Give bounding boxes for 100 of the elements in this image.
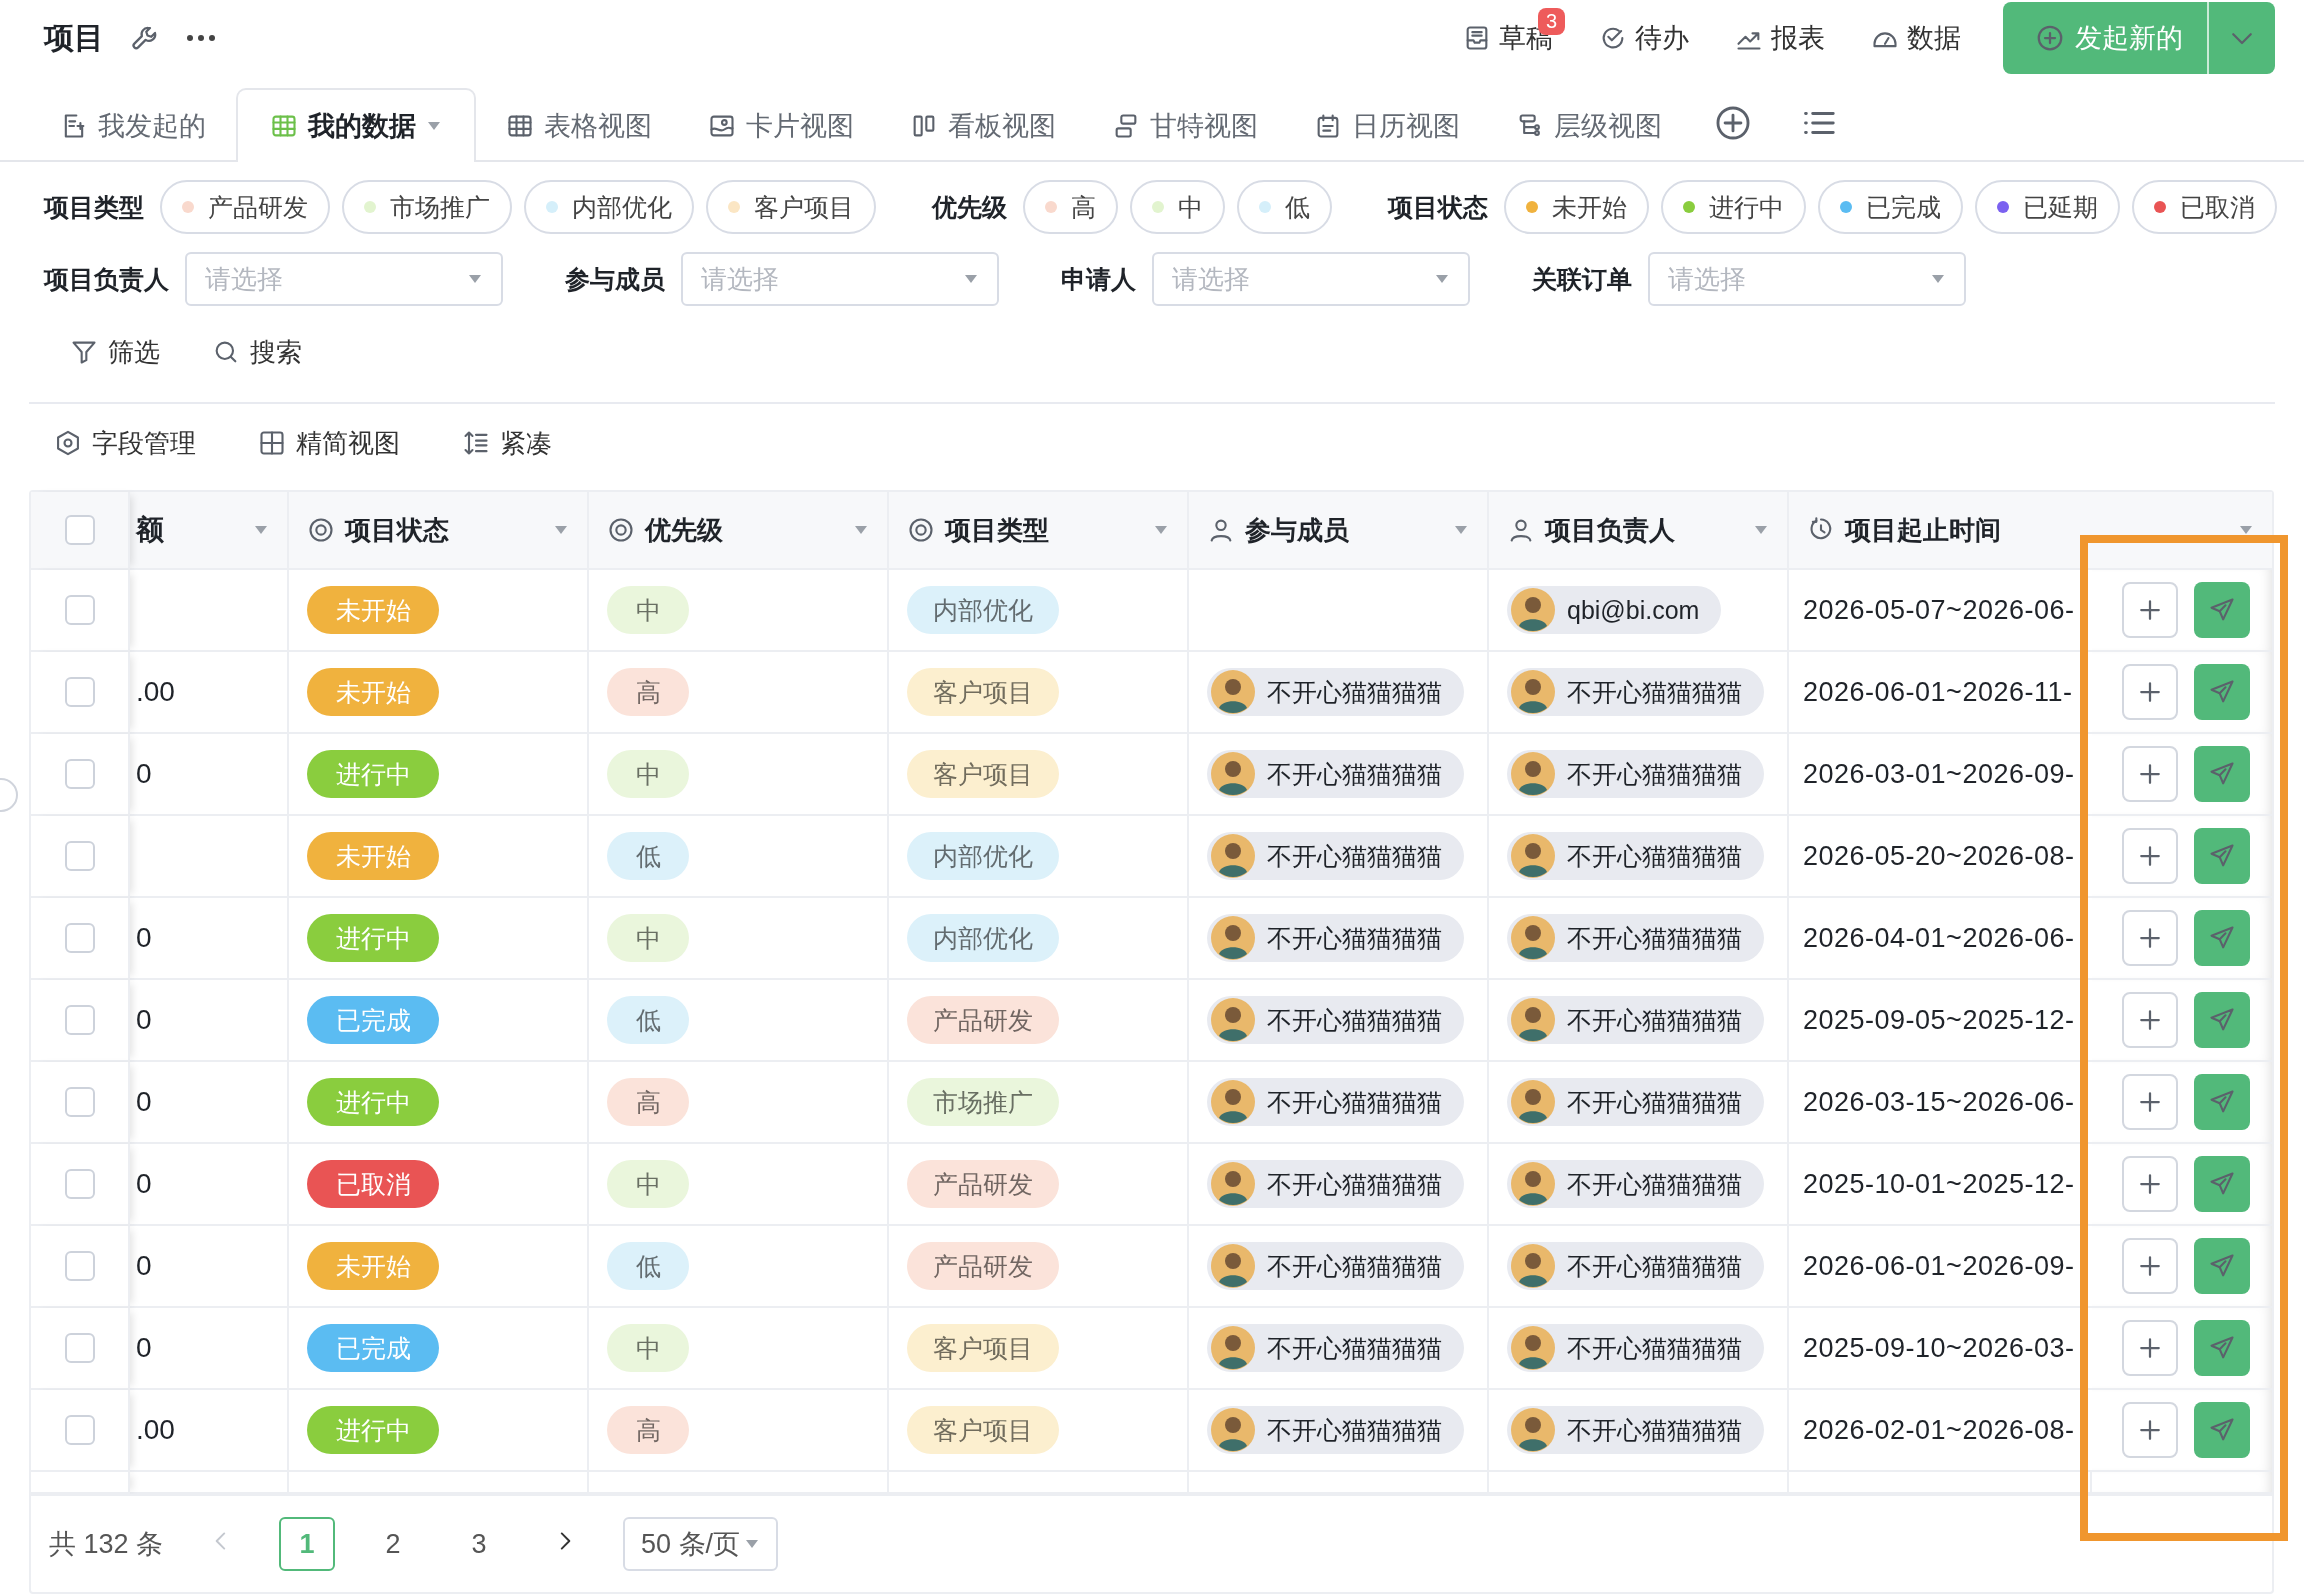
checkbox[interactable] — [64, 1333, 95, 1363]
tag: 产品研发 — [907, 1242, 1059, 1290]
add-button[interactable] — [2122, 1156, 2178, 1212]
checkbox[interactable] — [64, 923, 95, 953]
send-button[interactable] — [2194, 1320, 2250, 1376]
send-button[interactable] — [2194, 664, 2250, 720]
checkbox[interactable] — [64, 515, 95, 545]
toolbar-button[interactable]: 数据 — [1861, 20, 1971, 56]
filter-chip[interactable]: 低 — [1237, 180, 1332, 234]
view-tab[interactable]: 表格视图 — [480, 88, 678, 162]
add-button[interactable] — [2122, 992, 2178, 1048]
add-button[interactable] — [2122, 582, 2178, 638]
tag: 产品研发 — [907, 996, 1059, 1044]
plus-circle-icon — [2035, 23, 2065, 53]
send-button[interactable] — [2194, 828, 2250, 884]
table-cell: 0 — [136, 1004, 152, 1036]
checkbox[interactable] — [64, 1087, 95, 1117]
add-button[interactable] — [2122, 1238, 2178, 1294]
avatar-icon — [1211, 1080, 1255, 1124]
toolbar-button[interactable]: 精简视图 — [252, 424, 406, 462]
table-cell: .00 — [136, 676, 175, 708]
filter-chip[interactable]: 已延期 — [1975, 180, 2120, 234]
add-button[interactable] — [2122, 1402, 2178, 1458]
view-tab[interactable]: 卡片视图 — [682, 88, 880, 162]
filter-chip[interactable]: 产品研发 — [160, 180, 330, 234]
filter-chip[interactable]: 客户项目 — [706, 180, 876, 234]
caret-icon — [963, 274, 979, 284]
filter-chip[interactable]: 高 — [1023, 180, 1118, 234]
sort-caret-icon — [2238, 525, 2254, 535]
tag: 低 — [607, 996, 689, 1044]
tag: 未开始 — [307, 586, 439, 634]
person-tag: 不开心猫猫猫猫 — [1507, 832, 1764, 880]
filter-chip[interactable]: 已完成 — [1818, 180, 1963, 234]
filter-action[interactable]: 筛选 — [64, 333, 166, 371]
filter-label: 参与成员 — [565, 263, 665, 295]
toolbar-button[interactable]: 紧凑 — [456, 424, 558, 462]
checkbox[interactable] — [64, 1251, 95, 1281]
toolbar-button[interactable]: 字段管理 — [48, 424, 202, 462]
avatar-icon — [1211, 752, 1255, 796]
table-cell: 2026-05-07~2026-06- — [1803, 594, 2075, 626]
tag: 低 — [607, 832, 689, 880]
page-button[interactable]: 3 — [451, 1517, 508, 1571]
checkbox[interactable] — [64, 1415, 95, 1445]
filter-chip[interactable]: 市场推广 — [342, 180, 512, 234]
checkbox[interactable] — [64, 1169, 95, 1199]
person-tag: 不开心猫猫猫猫 — [1207, 832, 1464, 880]
filter-label: 优先级 — [932, 191, 1007, 223]
add-button[interactable] — [2122, 828, 2178, 884]
avatar-icon — [1211, 1326, 1255, 1370]
view-tab[interactable]: 看板视图 — [884, 88, 1082, 162]
page-button[interactable]: 2 — [365, 1517, 422, 1571]
filter-chip[interactable]: 已取消 — [2132, 180, 2277, 234]
send-button[interactable] — [2194, 1402, 2250, 1458]
filter-chip[interactable]: 中 — [1130, 180, 1225, 234]
sort-caret-icon — [1453, 525, 1469, 535]
avatar-icon — [1211, 1162, 1255, 1206]
person-tag: 不开心猫猫猫猫 — [1507, 750, 1764, 798]
checkbox[interactable] — [64, 759, 95, 789]
send-button[interactable] — [2194, 746, 2250, 802]
view-tab[interactable]: 我发起的 — [34, 88, 232, 162]
checkbox[interactable] — [64, 677, 95, 707]
tag: 高 — [607, 1078, 689, 1126]
send-button[interactable] — [2194, 1074, 2250, 1130]
radio-icon — [907, 516, 935, 544]
send-button[interactable] — [2194, 582, 2250, 638]
send-button[interactable] — [2194, 1238, 2250, 1294]
page-size-select[interactable]: 50 条/页 — [623, 1517, 779, 1571]
view-tab[interactable]: 我的数据 — [236, 88, 476, 162]
add-button[interactable] — [2122, 664, 2178, 720]
view-tab[interactable]: 层级视图 — [1490, 88, 1688, 162]
filter-label: 关联订单 — [1532, 263, 1632, 295]
tag: 进行中 — [307, 1406, 439, 1454]
radio-icon — [607, 516, 635, 544]
more-icon[interactable] — [186, 34, 216, 42]
filter-action[interactable]: 搜索 — [206, 333, 308, 371]
send-button[interactable] — [2194, 1156, 2250, 1212]
add-button[interactable] — [2122, 910, 2178, 966]
toolbar-button[interactable]: 报表 — [1725, 20, 1835, 56]
view-tab[interactable]: 日历视图 — [1288, 88, 1486, 162]
add-button[interactable] — [2122, 1320, 2178, 1376]
column-header: 项目起止时间 — [1845, 513, 2002, 547]
add-circle-icon — [1714, 104, 1752, 142]
add-button[interactable] — [2122, 746, 2178, 802]
checkbox[interactable] — [64, 595, 95, 625]
filter-chip[interactable]: 内部优化 — [524, 180, 694, 234]
person-tag: qbi@bi.com — [1507, 586, 1722, 634]
table-cell: 0 — [136, 758, 152, 790]
send-button[interactable] — [2194, 992, 2250, 1048]
avatar-icon — [1511, 588, 1555, 632]
checkbox[interactable] — [64, 841, 95, 871]
avatar-icon — [1511, 834, 1555, 878]
send-button[interactable] — [2194, 910, 2250, 966]
filter-chip[interactable]: 进行中 — [1661, 180, 1806, 234]
toolbar-button[interactable]: 待办 — [1589, 20, 1699, 56]
view-tab[interactable]: 甘特视图 — [1086, 88, 1284, 162]
checkbox[interactable] — [64, 1005, 95, 1035]
add-button[interactable] — [2122, 1074, 2178, 1130]
table-cell: .00 — [136, 1414, 175, 1446]
filter-chip[interactable]: 未开始 — [1504, 180, 1649, 234]
filter-label: 项目状态 — [1388, 191, 1488, 223]
